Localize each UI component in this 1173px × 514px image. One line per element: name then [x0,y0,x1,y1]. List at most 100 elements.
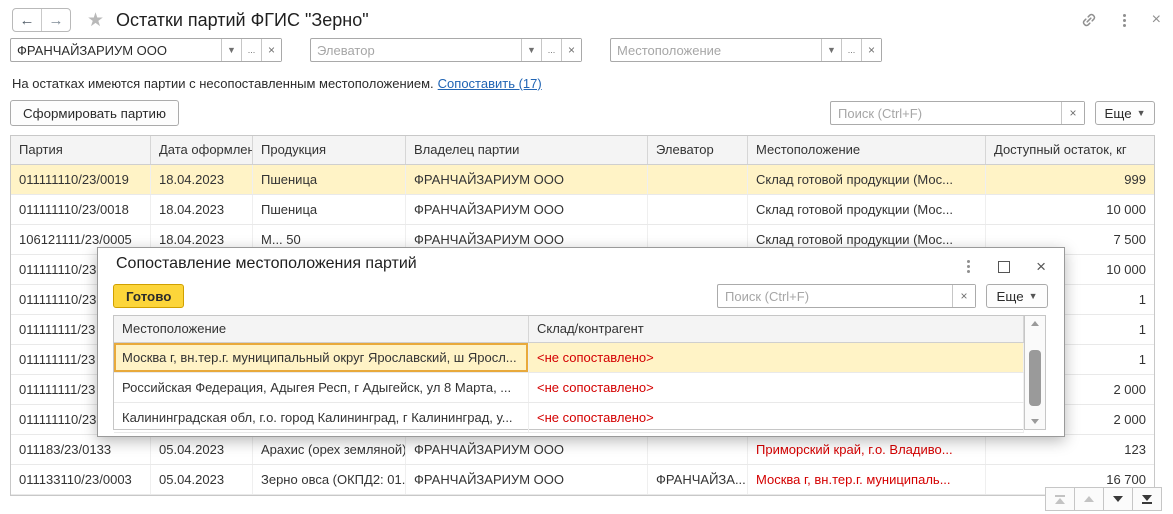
cell-warehouse[interactable]: <не сопоставлено> [529,373,1024,402]
form-batch-button[interactable]: Сформировать партию [10,100,179,126]
dialog-more-label: Еще [996,289,1023,304]
location-filter-input[interactable] [611,39,821,61]
location-row[interactable]: Российская Федерация, Адыгея Респ, г Ады… [114,373,1024,403]
dialog-more-button[interactable]: Еще ▼ [986,284,1048,308]
cell-warehouse[interactable]: <не сопоставлено> [529,343,1024,372]
cell-owner[interactable]: ФРАНЧАЙЗАРИУМ ООО [406,165,648,194]
history-nav: ← → [12,8,71,32]
cell-location[interactable]: Российская Федерация, Адыгея Респ, г Ады… [114,373,529,402]
elevator-filter-input[interactable] [311,39,521,61]
dialog-search: × [717,284,976,308]
cell-product[interactable]: Пшеница [253,165,406,194]
col-warehouse[interactable]: Склад/контрагент [529,316,1024,342]
more-menu-icon[interactable] [1121,12,1128,29]
cell-date[interactable]: 18.04.2023 [151,165,253,194]
owner-filter-input[interactable] [11,39,221,61]
dialog-title: Сопоставление местоположения партий [116,255,417,273]
table-row[interactable]: 011111110/23/0018 18.04.2023 Пшеница ФРА… [11,195,1154,225]
cell-batch[interactable]: 011133110/23/0003 [11,465,151,494]
cell-location[interactable]: Москва г, вн.тер.г. муниципаль... [748,465,986,494]
unmatched-notice: На остатках имеются партии с несопоставл… [12,76,542,91]
cell-date[interactable]: 05.04.2023 [151,435,253,464]
cell-location[interactable]: Москва г, вн.тер.г. муниципальный округ … [114,343,529,372]
location-clear-icon[interactable]: × [861,39,881,61]
dialog-search-clear-icon[interactable]: × [952,285,975,307]
elevator-clear-icon[interactable]: × [561,39,581,61]
match-link[interactable]: Сопоставить (17) [438,76,542,91]
col-location[interactable]: Местоположение [748,136,986,164]
col-elevator[interactable]: Элеватор [648,136,748,164]
dialog-more-menu-icon[interactable] [965,258,972,275]
scroll-down-icon[interactable] [1025,419,1045,424]
cell-location[interactable]: Калининградская обл, г.о. город Калининг… [114,403,529,432]
main-more-button[interactable]: Еще ▼ [1095,101,1155,125]
cell-location[interactable]: Приморский край, г.о. Владиво... [748,435,986,464]
table-row[interactable]: 011183/23/0133 05.04.2023 Арахис (орех з… [11,435,1154,465]
scroll-up-icon[interactable] [1025,321,1045,326]
go-previous-button[interactable] [1074,487,1104,511]
dialog-maximize-icon[interactable] [998,261,1010,273]
col-date[interactable]: Дата оформления [151,136,253,164]
cell-amount[interactable]: 123 [986,435,1154,464]
main-search-clear-icon[interactable]: × [1061,102,1084,124]
col-owner[interactable]: Владелец партии [406,136,648,164]
dialog-search-input[interactable] [718,285,952,307]
cell-product[interactable]: Зерно овса (ОКПД2: 01.... [253,465,406,494]
cell-elevator[interactable]: ФРАНЧАЙЗА... [648,465,748,494]
location-row[interactable]: Москва г, вн.тер.г. муниципальный округ … [114,343,1024,373]
match-locations-dialog: Сопоставление местоположения партий × Го… [97,247,1065,437]
arrow-down-icon [1113,496,1123,502]
back-button[interactable]: ← [13,9,41,31]
cell-elevator[interactable] [648,165,748,194]
cell-elevator[interactable] [648,195,748,224]
cell-batch[interactable]: 011111110/23/0018 [11,195,151,224]
elevator-choose-icon[interactable]: ... [541,39,561,61]
app-window: ← → ★ Остатки партий ФГИС "Зерно" × ▼ ..… [0,0,1173,514]
done-button[interactable]: Готово [113,284,184,308]
cell-batch[interactable]: 011111110/23/0019 [11,165,151,194]
cell-amount[interactable]: 999 [986,165,1154,194]
scrollbar-thumb[interactable] [1029,350,1041,406]
cell-elevator[interactable] [648,435,748,464]
cell-product[interactable]: Арахис (орех земляной) ... [253,435,406,464]
go-first-icon [1055,498,1065,504]
go-last-button[interactable] [1132,487,1162,511]
table-row[interactable]: 011111110/23/0019 18.04.2023 Пшеница ФРА… [11,165,1154,195]
favorite-star-icon[interactable]: ★ [87,9,104,32]
forward-button[interactable]: → [41,9,70,31]
cell-date[interactable]: 18.04.2023 [151,195,253,224]
cell-owner[interactable]: ФРАНЧАЙЗАРИУМ ООО [406,435,648,464]
chevron-down-icon: ▼ [1137,108,1146,118]
close-icon[interactable]: × [1152,12,1161,28]
link-icon[interactable] [1081,12,1097,28]
cell-location[interactable]: Склад готовой продукции (Мос... [748,165,986,194]
col-amount[interactable]: Доступный остаток, кг [986,136,1154,164]
location-row[interactable]: Калининградская обл, г.о. город Калининг… [114,403,1024,433]
table-row[interactable]: 011133110/23/0003 05.04.2023 Зерно овса … [11,465,1154,495]
go-next-button[interactable] [1103,487,1133,511]
cell-warehouse[interactable]: <не сопоставлено> [529,403,1024,432]
col-product[interactable]: Продукция [253,136,406,164]
cell-amount[interactable]: 10 000 [986,195,1154,224]
cell-batch[interactable]: 011183/23/0133 [11,435,151,464]
go-first-button[interactable] [1045,487,1075,511]
cell-location[interactable]: Склад готовой продукции (Мос... [748,195,986,224]
go-last-icon [1142,495,1152,501]
location-dropdown-icon[interactable]: ▼ [821,39,841,61]
chevron-down-icon: ▼ [1029,291,1038,301]
location-choose-icon[interactable]: ... [841,39,861,61]
owner-choose-icon[interactable]: ... [241,39,261,61]
owner-clear-icon[interactable]: × [261,39,281,61]
location-filter: ▼ ... × [610,38,882,62]
cell-owner[interactable]: ФРАНЧАЙЗАРИУМ ООО [406,195,648,224]
owner-dropdown-icon[interactable]: ▼ [221,39,241,61]
elevator-dropdown-icon[interactable]: ▼ [521,39,541,61]
col-location[interactable]: Местоположение [114,316,529,342]
dialog-scrollbar[interactable] [1024,316,1045,429]
cell-owner[interactable]: ФРАНЧАЙЗАРИУМ ООО [406,465,648,494]
main-search-input[interactable] [831,102,1061,124]
cell-date[interactable]: 05.04.2023 [151,465,253,494]
cell-product[interactable]: Пшеница [253,195,406,224]
col-batch[interactable]: Партия [11,136,151,164]
dialog-close-icon[interactable]: × [1036,258,1046,275]
